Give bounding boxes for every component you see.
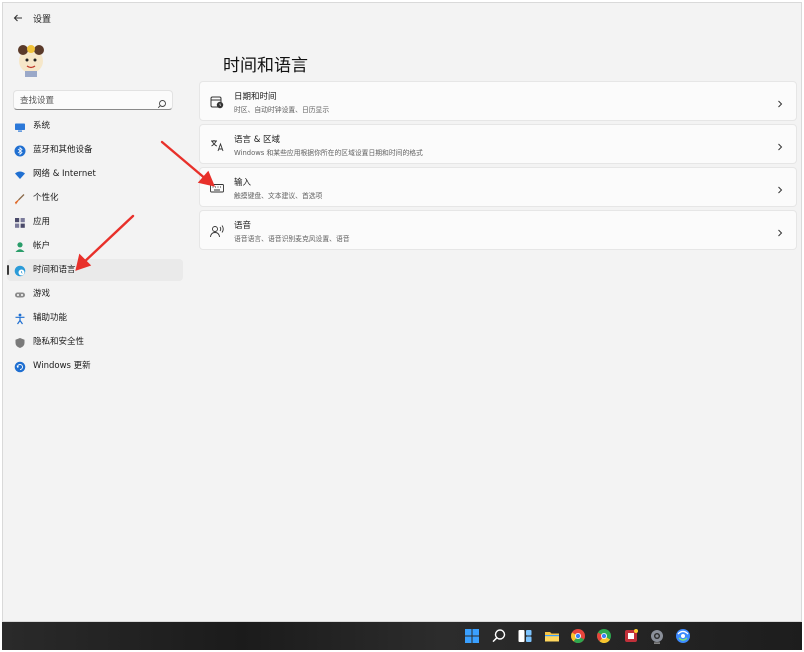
chrome-icon[interactable] — [570, 628, 586, 644]
sidebar-item-label: 个性化 — [33, 193, 59, 203]
sidebar-item-time-language[interactable]: 时间和语言 — [7, 259, 183, 281]
sidebar-item-accessibility[interactable]: 辅助功能 — [7, 307, 183, 329]
task-view-icon[interactable] — [517, 628, 533, 644]
shield-icon — [14, 336, 26, 348]
search-icon[interactable] — [491, 628, 507, 644]
sidebar-item-personalization[interactable]: 个性化 — [7, 187, 183, 209]
speech-icon — [209, 223, 225, 239]
chevron-right-icon — [775, 181, 785, 194]
sidebar-item-windows-update[interactable]: Windows 更新 — [7, 355, 183, 377]
monitor-icon — [14, 120, 26, 132]
search-box[interactable] — [13, 90, 173, 110]
card-title: 输入 — [234, 178, 252, 188]
sidebar-nav: 系统 蓝牙和其他设备 网络 & Internet 个性化 应用 帐户 时间和语言 — [7, 115, 183, 379]
settings-icon[interactable] — [649, 628, 665, 644]
sidebar-item-label: 网络 & Internet — [33, 169, 96, 179]
person-icon — [14, 240, 26, 252]
chevron-right-icon — [775, 224, 785, 237]
search-icon[interactable] — [157, 94, 167, 109]
taskbar — [2, 622, 802, 650]
settings-window: 设置 系统 蓝牙和其他设备 网络 & Internet — [2, 2, 802, 622]
globe-clock-icon — [14, 264, 26, 277]
card-speech[interactable]: 语音 语音语言、语音识别麦克风设置、语音 — [199, 210, 797, 250]
update-icon — [14, 360, 26, 373]
back-arrow-icon[interactable] — [11, 11, 25, 25]
sidebar-item-label: 系统 — [33, 121, 51, 131]
sidebar-item-apps[interactable]: 应用 — [7, 211, 183, 233]
file-explorer-icon[interactable] — [544, 628, 560, 644]
card-subtitle: 触摸键盘、文本建议、首选项 — [234, 192, 323, 200]
apps-icon — [14, 216, 26, 228]
title-bar: 设置 — [3, 3, 801, 33]
chevron-right-icon — [775, 95, 785, 108]
card-date-time[interactable]: 日期和时间 时区、自动时钟设置、日历显示 — [199, 81, 797, 121]
card-title: 语言 & 区域 — [234, 135, 281, 145]
sidebar-item-bluetooth[interactable]: 蓝牙和其他设备 — [7, 139, 183, 161]
search-input[interactable] — [18, 93, 158, 109]
sidebar-item-accounts[interactable]: 帐户 — [7, 235, 183, 257]
sidebar-item-label: 应用 — [33, 217, 51, 227]
page-title: 时间和语言 — [223, 56, 308, 76]
browser-icon[interactable] — [675, 628, 691, 644]
card-subtitle: Windows 和某些应用根据你所在的区域设置日期和时间的格式 — [234, 149, 423, 157]
keyboard-icon — [209, 180, 225, 196]
start-icon[interactable] — [464, 628, 480, 644]
sidebar-item-label: Windows 更新 — [33, 361, 91, 371]
avatar[interactable] — [13, 41, 49, 77]
brush-icon — [14, 192, 26, 205]
settings-cards: 日期和时间 时区、自动时钟设置、日历显示 语言 & 区域 Windows 和某些… — [199, 81, 797, 253]
card-title: 日期和时间 — [234, 92, 277, 102]
sidebar-item-label: 蓝牙和其他设备 — [33, 145, 93, 155]
chrome-beta-icon[interactable] — [596, 628, 612, 644]
sidebar-item-label: 帐户 — [33, 241, 51, 251]
sidebar-item-label: 游戏 — [33, 289, 51, 299]
card-typing[interactable]: 输入 触摸键盘、文本建议、首选项 — [199, 167, 797, 207]
app-store-icon[interactable] — [623, 628, 639, 644]
card-language-region[interactable]: 语言 & 区域 Windows 和某些应用根据你所在的区域设置日期和时间的格式 — [199, 124, 797, 164]
sidebar-item-system[interactable]: 系统 — [7, 115, 183, 137]
bluetooth-icon — [14, 144, 26, 157]
sidebar-item-label: 时间和语言 — [33, 265, 76, 275]
calendar-clock-icon — [209, 94, 225, 110]
gamepad-icon — [14, 288, 26, 300]
wifi-icon — [14, 168, 26, 180]
language-icon — [209, 137, 225, 153]
card-subtitle: 时区、自动时钟设置、日历显示 — [234, 106, 330, 114]
card-title: 语音 — [234, 221, 252, 231]
sidebar-item-privacy[interactable]: 隐私和安全性 — [7, 331, 183, 353]
chevron-right-icon — [775, 138, 785, 151]
sidebar-item-network[interactable]: 网络 & Internet — [7, 163, 183, 185]
sidebar-item-gaming[interactable]: 游戏 — [7, 283, 183, 305]
card-subtitle: 语音语言、语音识别麦克风设置、语音 — [234, 235, 350, 243]
sidebar-item-label: 隐私和安全性 — [33, 337, 85, 347]
accessibility-icon — [14, 312, 26, 325]
window-title: 设置 — [33, 15, 52, 25]
sidebar-item-label: 辅助功能 — [33, 313, 68, 323]
